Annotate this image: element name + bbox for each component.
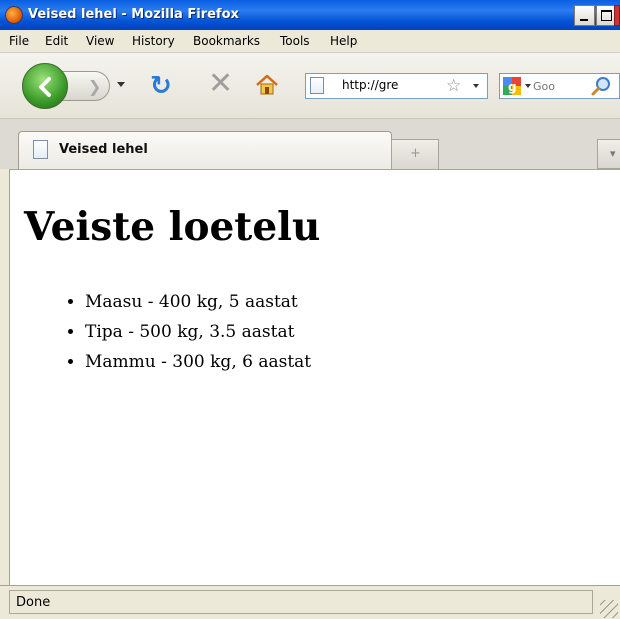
- list-item: Tipa - 500 kg, 3.5 aastat: [85, 317, 311, 347]
- chevron-down-icon: ▾: [610, 147, 616, 160]
- menu-history[interactable]: History: [132, 34, 175, 48]
- list-item: Mammu - 300 kg, 6 aastat: [85, 347, 311, 377]
- title-bar[interactable]: Veised lehel - Mozilla Firefox: [0, 0, 620, 30]
- search-input[interactable]: [533, 77, 588, 95]
- new-tab-button[interactable]: +: [391, 139, 439, 169]
- magnifier-icon[interactable]: [591, 76, 611, 96]
- firefox-icon: [5, 6, 23, 24]
- plus-icon: +: [410, 146, 421, 161]
- page-icon: [310, 77, 324, 94]
- close-button[interactable]: [614, 5, 620, 26]
- url-text[interactable]: http://gre: [342, 78, 398, 92]
- back-arrow-icon: [39, 77, 51, 97]
- browser-window: Veised lehel - Mozilla Firefox File Edit…: [0, 0, 620, 619]
- menu-file[interactable]: File: [9, 34, 29, 48]
- menu-bookmarks[interactable]: Bookmarks: [193, 34, 260, 48]
- minimize-button[interactable]: [574, 5, 595, 26]
- menu-bar: File Edit View History Bookmarks Tools H…: [0, 30, 620, 53]
- tab-list-button[interactable]: ▾: [597, 139, 620, 169]
- window-title: Veised lehel - Mozilla Firefox: [28, 7, 239, 22]
- tab-veised-lehel[interactable]: Veised lehel: [18, 131, 392, 169]
- stop-icon[interactable]: ✕: [208, 69, 233, 99]
- status-bar: Done: [0, 585, 620, 619]
- tab-bar: Veised lehel + ▾: [0, 119, 620, 170]
- page-icon: [33, 140, 48, 159]
- navigation-toolbar: ❯ ↻ ✕ http://gre ☆ g: [0, 53, 620, 119]
- status-panel: [9, 590, 593, 614]
- menu-view[interactable]: View: [86, 34, 114, 48]
- status-text: Done: [16, 595, 51, 610]
- cattle-list: Maasu - 400 kg, 5 aastat Tipa - 500 kg, …: [10, 287, 311, 377]
- page-heading: Veiste loetelu: [24, 204, 321, 250]
- search-bar[interactable]: g: [499, 73, 620, 99]
- menu-help[interactable]: Help: [330, 34, 357, 48]
- forward-arrow-icon: ❯: [88, 77, 102, 96]
- home-icon[interactable]: [255, 73, 279, 97]
- menu-tools[interactable]: Tools: [280, 34, 310, 48]
- list-item: Maasu - 400 kg, 5 aastat: [85, 287, 311, 317]
- tab-label: Veised lehel: [59, 142, 148, 157]
- search-engine-dropdown-icon[interactable]: [525, 84, 531, 88]
- window-left-border: [0, 169, 10, 585]
- page-content: Veiste loetelu Maasu - 400 kg, 5 aastat …: [10, 170, 620, 584]
- url-dropdown-icon[interactable]: [473, 84, 479, 88]
- address-bar[interactable]: http://gre ☆: [305, 73, 488, 99]
- star-icon[interactable]: ☆: [446, 75, 461, 97]
- resize-grip-icon[interactable]: [600, 600, 618, 618]
- svg-text:g: g: [508, 80, 517, 94]
- history-dropdown-icon[interactable]: [117, 82, 125, 87]
- google-icon[interactable]: g: [503, 77, 521, 95]
- back-button[interactable]: [22, 63, 68, 109]
- reload-icon[interactable]: ↻: [150, 73, 172, 99]
- menu-edit[interactable]: Edit: [45, 34, 68, 48]
